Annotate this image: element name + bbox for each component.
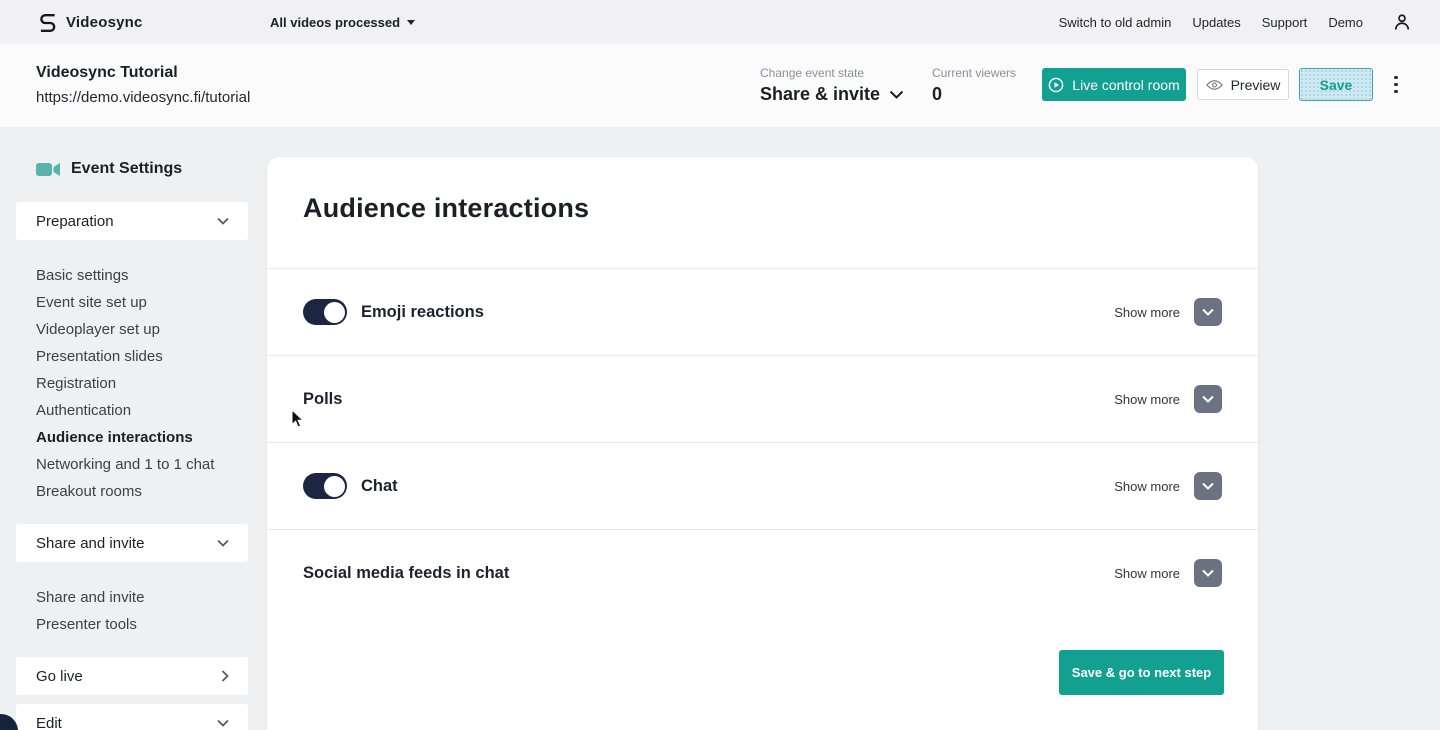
audience-interactions-panel: Audience interactions Emoji reactions Sh…: [267, 157, 1258, 730]
expand-row-button[interactable]: [1194, 385, 1222, 413]
sidebar-item-presentation-slides[interactable]: Presentation slides: [36, 343, 214, 370]
chevron-down-icon: [217, 539, 229, 547]
chevron-down-icon: [1202, 569, 1214, 577]
preview-button[interactable]: Preview: [1197, 69, 1289, 100]
page-title: Audience interactions: [303, 193, 590, 223]
video-camera-icon: [36, 162, 60, 176]
expand-row-button[interactable]: [1194, 298, 1222, 326]
event-state-dropdown[interactable]: Share & invite: [760, 84, 904, 105]
event-url: https://demo.videosync.fi/tutorial: [36, 89, 251, 106]
live-control-room-button[interactable]: Live control room: [1042, 68, 1186, 101]
sidebar-item-presenter-tools[interactable]: Presenter tools: [36, 611, 144, 638]
event-title: Videosync Tutorial: [36, 64, 178, 81]
chat-toggle[interactable]: [303, 473, 347, 499]
event-state-label: Change event state: [760, 66, 865, 80]
chevron-right-icon: [221, 670, 229, 682]
save-button[interactable]: Save: [1299, 68, 1373, 101]
show-more-link[interactable]: Show more: [1114, 305, 1180, 320]
sidebar-item-share-and-invite[interactable]: Share and invite: [36, 584, 144, 611]
topbar-links: Switch to old admin Updates Support Demo: [1059, 12, 1412, 32]
sidebar-item-basic-settings[interactable]: Basic settings: [36, 262, 214, 289]
brand-name: Videosync: [66, 13, 143, 31]
event-title-block: Videosync Tutorial https://demo.videosyn…: [36, 64, 250, 106]
row-chat: Chat Show more: [267, 442, 1258, 529]
brand-logo[interactable]: Videosync: [38, 11, 143, 33]
section-label: Preparation: [36, 212, 114, 230]
sidebar-item-videoplayer-set-up[interactable]: Videoplayer set up: [36, 316, 214, 343]
section-label: Edit: [36, 714, 62, 730]
sidebar-item-event-site-set-up[interactable]: Event site set up: [36, 289, 214, 316]
play-circle-icon: [1048, 77, 1064, 92]
kebab-menu-icon[interactable]: [1388, 68, 1404, 101]
sidebar-item-networking-1to1-chat[interactable]: Networking and 1 to 1 chat: [36, 451, 214, 478]
row-label: Social media feeds in chat: [303, 563, 510, 582]
sidebar-title: Event Settings: [36, 160, 182, 178]
chevron-down-icon: [1202, 395, 1214, 403]
row-social-media-feeds: Social media feeds in chat Show more: [267, 529, 1258, 616]
emoji-reactions-toggle[interactable]: [303, 299, 347, 325]
eye-icon: [1205, 79, 1223, 90]
sidebar-title-label: Event Settings: [71, 160, 183, 177]
chevron-down-icon: [889, 90, 904, 99]
preview-label: Preview: [1230, 76, 1281, 93]
event-header: Videosync Tutorial https://demo.videosyn…: [0, 44, 1440, 127]
caret-down-icon: [407, 20, 416, 25]
settings-rows: Emoji reactions Show more Polls Show mor…: [267, 268, 1258, 616]
link-support[interactable]: Support: [1262, 15, 1308, 30]
videosync-s-icon: [40, 14, 56, 32]
current-viewers-label: Current viewers: [932, 66, 1017, 80]
sidebar-section-go-live[interactable]: Go live: [16, 657, 248, 695]
save-and-next-step-button[interactable]: Save & go to next step: [1059, 650, 1224, 695]
current-viewers-block: Current viewers 0: [932, 66, 1016, 105]
expand-row-button[interactable]: [1194, 559, 1222, 587]
sidebar-section-preparation[interactable]: Preparation: [16, 202, 248, 240]
top-bar: Videosync All videos processed Switch to…: [0, 0, 1440, 44]
preparation-items: Basic settings Event site set up Videopl…: [36, 262, 214, 505]
row-label: Polls: [303, 389, 343, 408]
videosync-admin-app: Videosync All videos processed Switch to…: [0, 0, 1440, 730]
chevron-down-icon: [217, 217, 229, 225]
share-invite-items: Share and invite Presenter tools: [36, 584, 144, 638]
show-more-link[interactable]: Show more: [1114, 392, 1180, 407]
sidebar-section-edit[interactable]: Edit: [16, 704, 248, 730]
link-switch-old-admin[interactable]: Switch to old admin: [1059, 15, 1172, 30]
show-more-link[interactable]: Show more: [1114, 479, 1180, 494]
sidebar-item-registration[interactable]: Registration: [36, 370, 214, 397]
live-control-room-label: Live control room: [1072, 76, 1180, 93]
link-updates[interactable]: Updates: [1192, 15, 1240, 30]
sidebar-section-share-and-invite[interactable]: Share and invite: [16, 524, 248, 562]
videos-status-dropdown[interactable]: All videos processed: [270, 0, 416, 44]
row-label: Chat: [361, 476, 398, 495]
show-more-link[interactable]: Show more: [1114, 566, 1180, 581]
row-label: Emoji reactions: [361, 302, 484, 321]
sidebar-item-authentication[interactable]: Authentication: [36, 397, 214, 424]
row-emoji-reactions: Emoji reactions Show more: [267, 268, 1258, 355]
current-viewers-value: 0: [932, 84, 943, 104]
save-label: Save: [1319, 76, 1353, 93]
videos-status-label: All videos processed: [270, 14, 401, 30]
chevron-down-icon: [1202, 482, 1214, 490]
expand-row-button[interactable]: [1194, 472, 1222, 500]
event-state-value: Share & invite: [760, 84, 881, 104]
row-polls: Polls Show more: [267, 355, 1258, 442]
user-icon[interactable]: [1392, 12, 1412, 32]
event-state-block: Change event state Share & invite: [760, 66, 904, 105]
link-demo[interactable]: Demo: [1328, 15, 1363, 30]
section-label: Go live: [36, 667, 83, 685]
section-label: Share and invite: [36, 534, 145, 552]
sidebar-item-breakout-rooms[interactable]: Breakout rooms: [36, 478, 214, 505]
chevron-down-icon: [217, 719, 229, 727]
chevron-down-icon: [1202, 308, 1214, 316]
sidebar-item-audience-interactions[interactable]: Audience interactions: [36, 424, 214, 451]
